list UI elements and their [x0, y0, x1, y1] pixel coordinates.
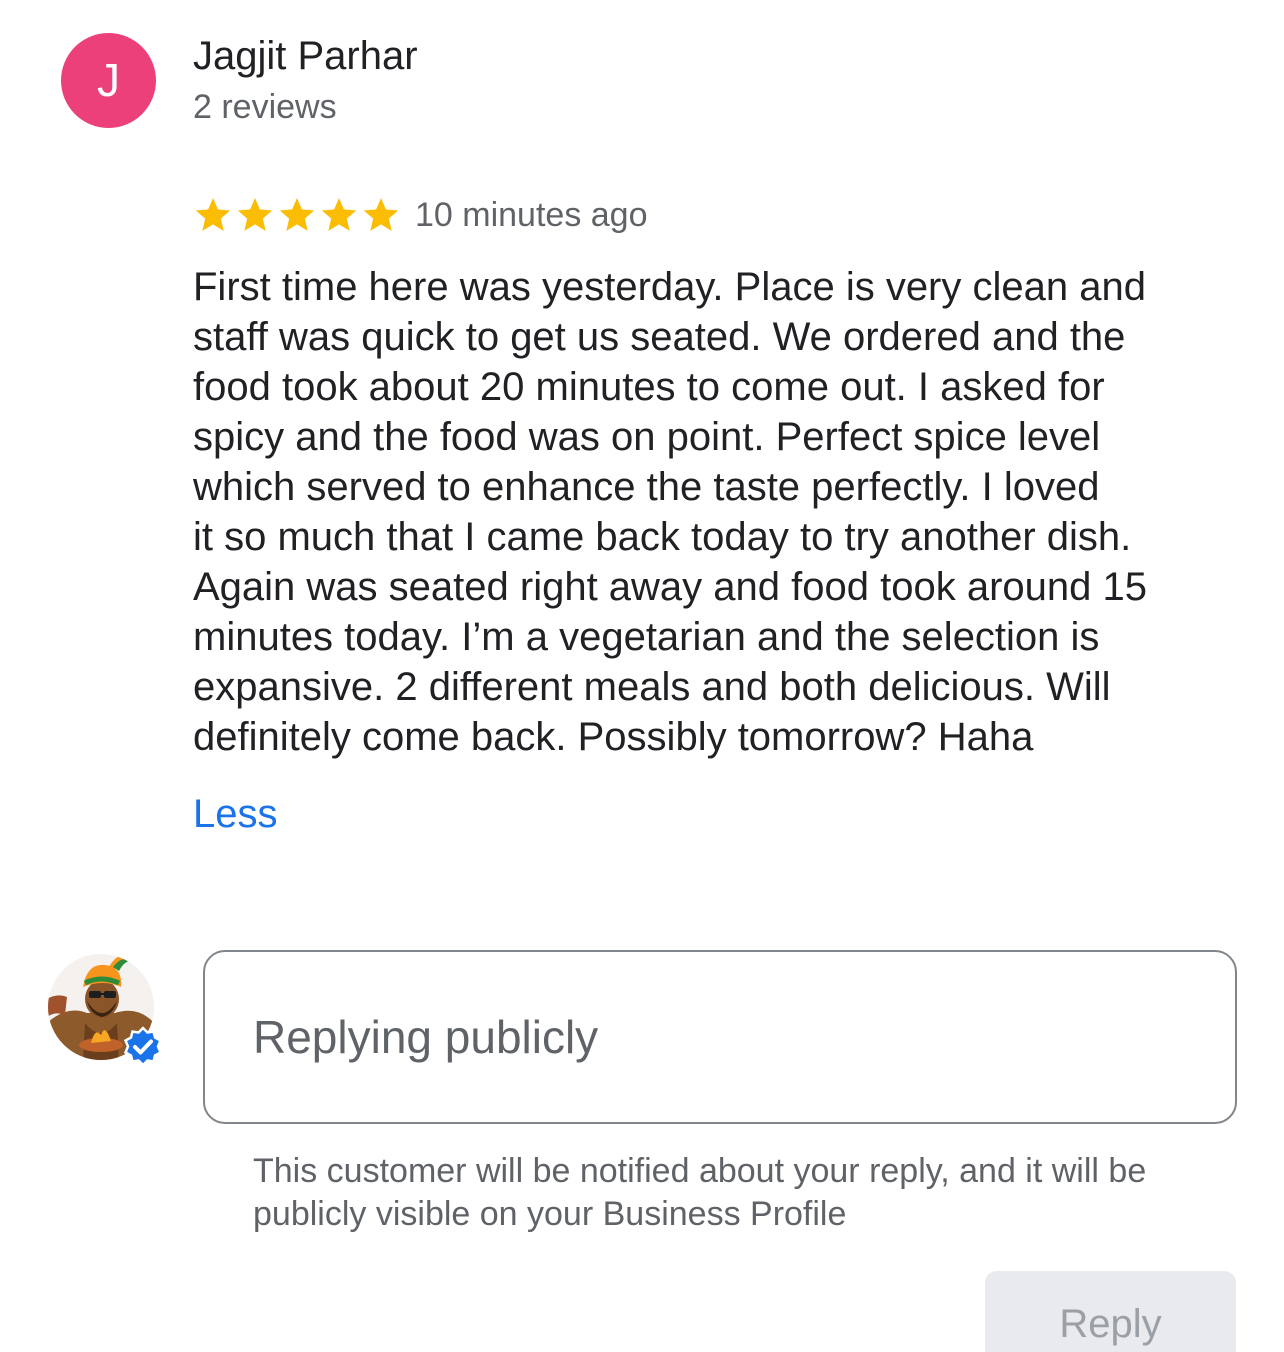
reviewer-name[interactable]: Jagjit Parhar [193, 32, 418, 80]
star-icon [195, 198, 231, 231]
review-text: First time here was yesterday. Place is … [193, 262, 1238, 762]
review-text-line: staff was quick to get us seated. We ord… [193, 315, 1126, 359]
reviewer-initial: J [97, 54, 120, 106]
reply-text-box[interactable] [203, 950, 1237, 1124]
business-owner-avatar [47, 953, 163, 1067]
rating-row: 10 minutes ago [193, 193, 648, 237]
less-link[interactable]: Less [193, 790, 278, 838]
star-icon [279, 198, 315, 231]
review-text-line: definitely come back. Possibly tomorrow?… [193, 715, 1034, 759]
review-timestamp: 10 minutes ago [415, 196, 648, 234]
verified-check-icon [123, 1026, 163, 1067]
star-rating [193, 195, 403, 235]
review-text-line: it so much that I came back today to try… [193, 515, 1132, 559]
star-icon [363, 198, 399, 231]
review-text-line: First time here was yesterday. Place is … [193, 265, 1146, 309]
star-icon [321, 198, 357, 231]
review-text-line: which served to enhance the taste perfec… [193, 465, 1100, 509]
review-text-line: minutes today. I’m a vegetarian and the … [193, 615, 1100, 659]
review-count: 2 reviews [193, 88, 337, 126]
reply-notice: This customer will be notified about you… [253, 1152, 1147, 1233]
star-icon [237, 198, 273, 231]
reply-button[interactable]: Reply [985, 1271, 1236, 1352]
reply-input[interactable] [253, 1010, 1183, 1064]
review-text-line: spicy and the food was on point. Perfect… [193, 415, 1101, 459]
reviewer-avatar[interactable]: J [61, 33, 156, 128]
review-reply-page: J Jagjit Parhar 2 reviews 10 minutes ago… [0, 0, 1284, 1352]
review-text-line: Again was seated right away and food too… [193, 565, 1147, 609]
review-text-line: food took about 20 minutes to come out. … [193, 365, 1105, 409]
review-text-line: expansive. 2 different meals and both de… [193, 665, 1111, 709]
